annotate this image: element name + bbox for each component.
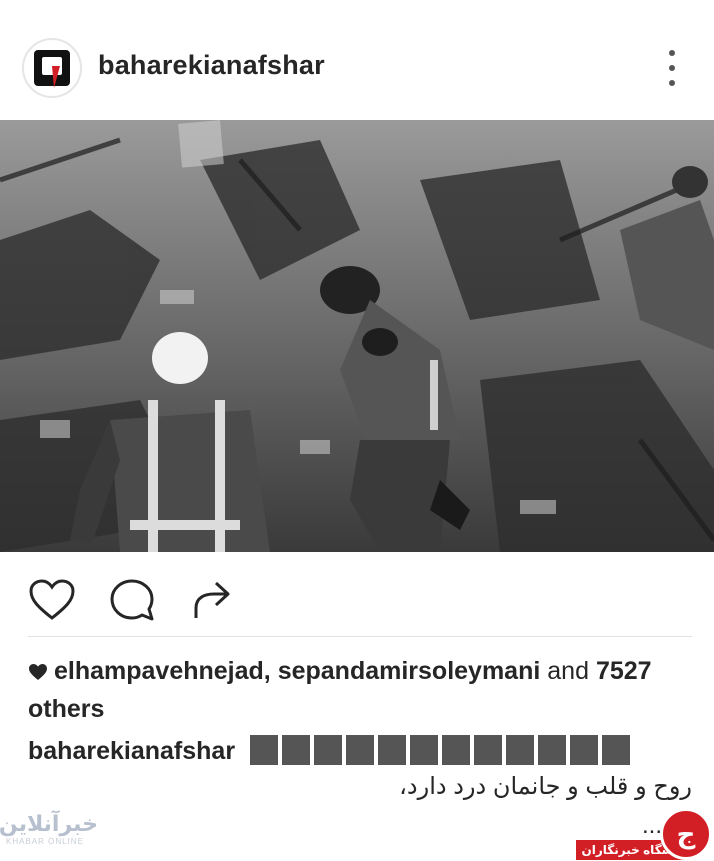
- post-header: baharekianafshar: [0, 0, 714, 120]
- caption-persian-line: روح و قلب و جانمان درد دارد،: [399, 773, 692, 800]
- comment-icon[interactable]: [106, 574, 158, 626]
- more-vertical-icon[interactable]: [660, 50, 684, 86]
- post-photo[interactable]: [0, 120, 714, 552]
- fire-department-logo-icon: [34, 50, 70, 88]
- caption: baharekianafshar: [28, 734, 698, 768]
- heart-filled-icon: [29, 664, 47, 680]
- divider: [28, 636, 692, 637]
- likes-summary: elhampavehnejad, sepandamirsoleymani and…: [28, 652, 698, 728]
- post-username[interactable]: baharekianafshar: [98, 50, 325, 81]
- missing-glyph-boxes: [250, 735, 630, 765]
- yjc-logo-icon: ج: [660, 808, 712, 860]
- likes-and: and: [547, 657, 589, 685]
- share-icon[interactable]: [186, 574, 238, 626]
- liker-names[interactable]: elhampavehnejad, sepandamirsoleymani: [54, 657, 540, 685]
- likes-others[interactable]: others: [28, 695, 104, 723]
- avatar[interactable]: [22, 38, 82, 98]
- khabaronline-watermark: خبرآنلاین KHABAR ONLINE: [0, 812, 98, 846]
- heart-icon[interactable]: [26, 574, 78, 626]
- likes-count[interactable]: 7527: [596, 657, 652, 685]
- action-bar: [0, 566, 714, 630]
- caption-username[interactable]: baharekianafshar: [28, 737, 235, 765]
- yjc-watermark: باشگاه خبرنگاران ج: [576, 808, 714, 861]
- rubble-photo: [0, 120, 714, 552]
